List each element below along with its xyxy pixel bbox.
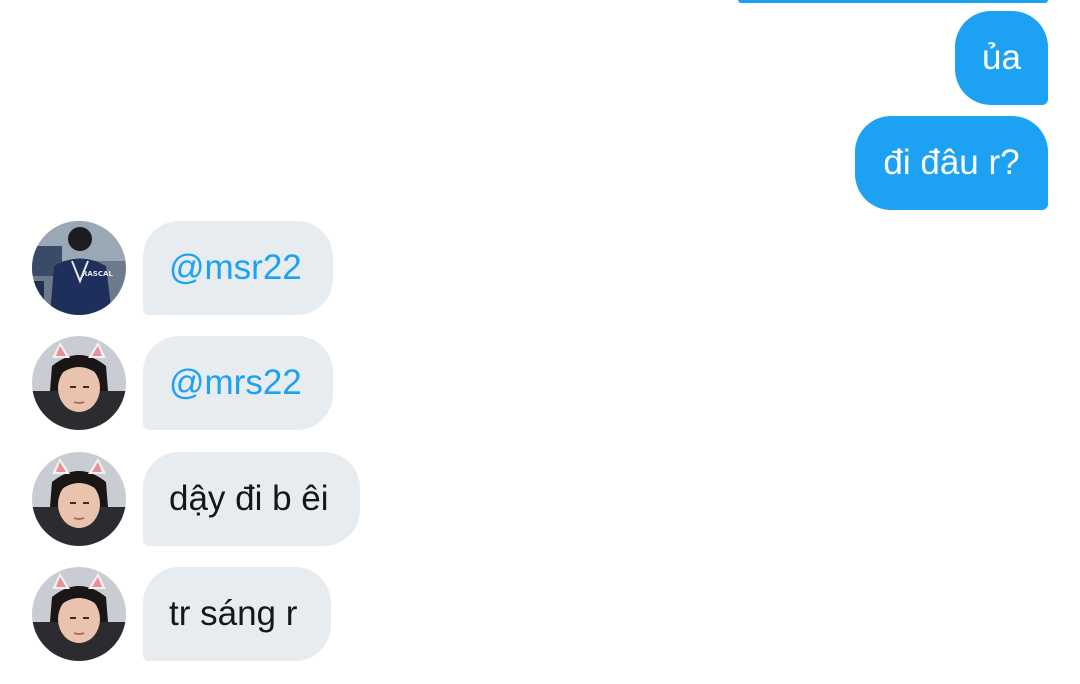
outgoing-message-bubble[interactable]: ủa	[955, 11, 1048, 105]
avatar-cat-ears-icon	[32, 567, 126, 661]
outgoing-message-bubble[interactable]: đi đâu r?	[855, 116, 1048, 210]
mention-link[interactable]: @msr22	[169, 248, 302, 288]
previous-outgoing-bubble-edge	[738, 0, 1048, 3]
sender-avatar[interactable]	[32, 336, 126, 430]
avatar-cat-ears-icon	[32, 336, 126, 430]
sender-avatar[interactable]	[32, 567, 126, 661]
message-thread: ủa đi đâu r? RASCAL @msr22 @mrs22 dậy đi…	[0, 0, 1080, 684]
mention-link[interactable]: @mrs22	[169, 363, 302, 403]
incoming-message-bubble[interactable]: @mrs22	[143, 336, 333, 430]
sender-avatar[interactable]	[32, 452, 126, 546]
message-text: dậy đi b êi	[169, 479, 329, 518]
jacket-print: RASCAL	[82, 270, 113, 278]
message-text: đi đâu r?	[883, 143, 1020, 182]
incoming-message-bubble[interactable]: @msr22	[143, 221, 333, 315]
incoming-message-bubble[interactable]: dậy đi b êi	[143, 452, 360, 546]
message-text: ủa	[982, 38, 1021, 77]
avatar-rascal-jacket-icon: RASCAL	[32, 221, 126, 315]
avatar-cat-ears-icon	[32, 452, 126, 546]
incoming-message-bubble[interactable]: tr sáng r	[143, 567, 331, 661]
sender-avatar[interactable]: RASCAL	[32, 221, 126, 315]
message-text: tr sáng r	[169, 594, 298, 633]
